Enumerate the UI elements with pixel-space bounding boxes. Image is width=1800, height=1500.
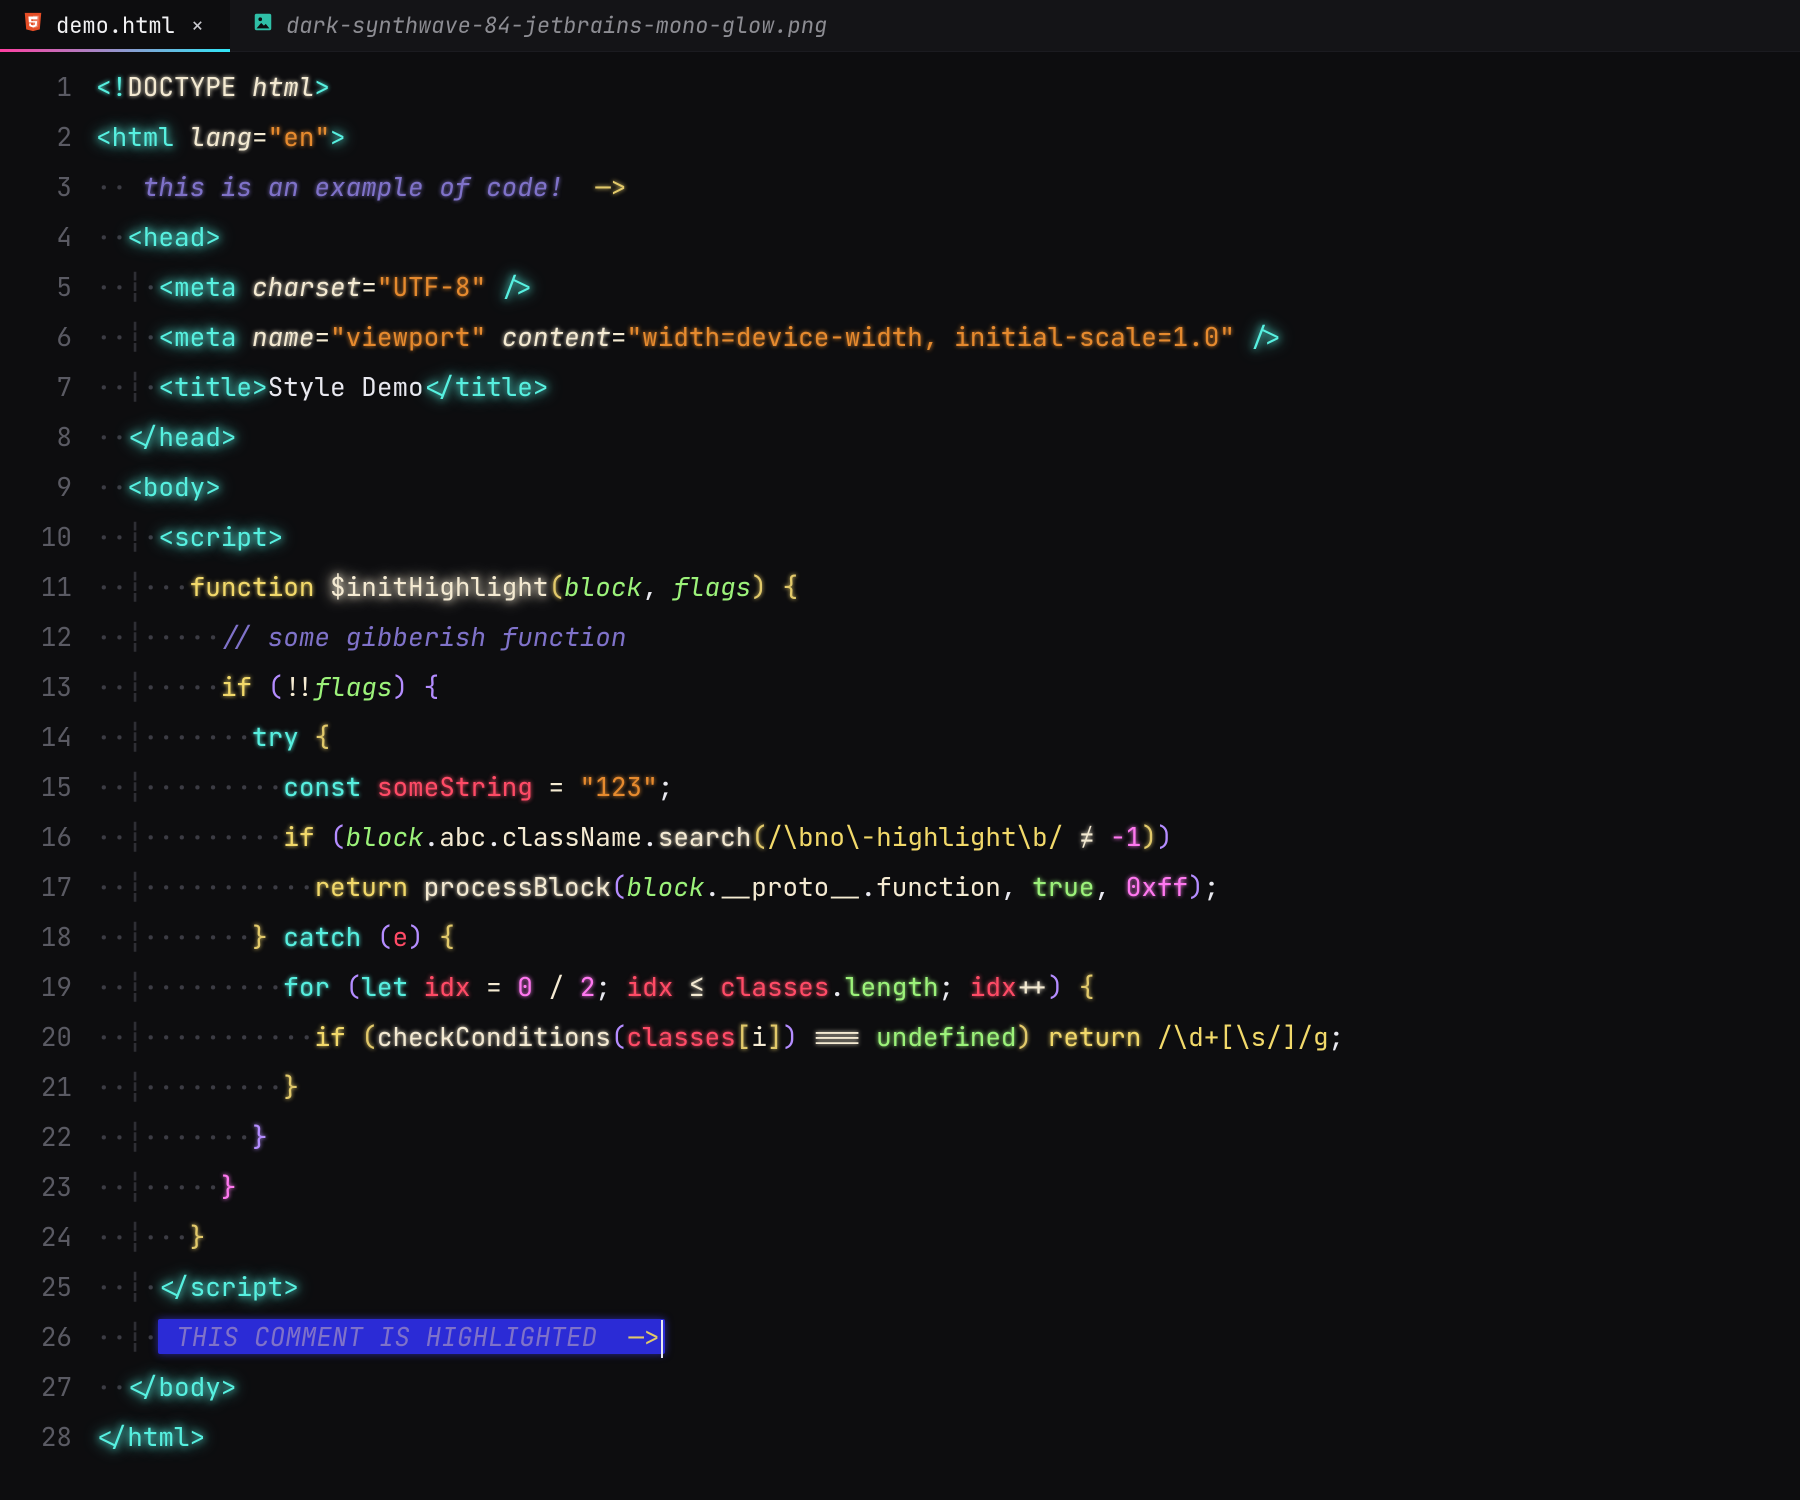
line-number: 9: [0, 462, 96, 512]
line-number: 4: [0, 212, 96, 262]
code-line[interactable]: ·· this is an example of code! —>: [96, 162, 1800, 212]
code-line[interactable]: ··┆·····// some gibberish function: [96, 612, 1800, 662]
code-line[interactable]: ··┆·<meta name="viewport" content="width…: [96, 312, 1800, 362]
code-line[interactable]: ··┆···········return processBlock(block.…: [96, 862, 1800, 912]
line-number: 14: [0, 712, 96, 762]
line-number: 24: [0, 1212, 96, 1262]
line-number: 12: [0, 612, 96, 662]
line-number: 26: [0, 1312, 96, 1362]
code-line[interactable]: ··┆·<meta charset="UTF-8" />: [96, 262, 1800, 312]
line-number: 8: [0, 412, 96, 462]
line-number: 18: [0, 912, 96, 962]
line-number: 23: [0, 1162, 96, 1212]
line-number: 22: [0, 1112, 96, 1162]
code-line[interactable]: ··┆· THIS COMMENT IS HIGHLIGHTED —>: [96, 1312, 1800, 1362]
code-line[interactable]: ··</body>: [96, 1362, 1800, 1412]
code-line[interactable]: <!DOCTYPE html>: [96, 62, 1800, 112]
code-line[interactable]: ··</head>: [96, 412, 1800, 462]
code-line[interactable]: ··┆···········if (checkConditions(classe…: [96, 1012, 1800, 1062]
code-line[interactable]: ··┆·········if (block.abc.className.sear…: [96, 812, 1800, 862]
line-number: 27: [0, 1362, 96, 1412]
tabbar: demo.html × dark-synthwave-84-jetbrains-…: [0, 0, 1800, 52]
code-line[interactable]: ··┆·····if (!!flags) {: [96, 662, 1800, 712]
code-line[interactable]: ··┆·<title>Style Demo</title>: [96, 362, 1800, 412]
line-number: 2: [0, 112, 96, 162]
line-number: 6: [0, 312, 96, 362]
line-number: 20: [0, 1012, 96, 1062]
code-line[interactable]: ··<head>: [96, 212, 1800, 262]
code-line[interactable]: ··┆·····}: [96, 1162, 1800, 1212]
tab-png[interactable]: dark-synthwave-84-jetbrains-mono-glow.pn…: [230, 0, 849, 51]
line-number: 21: [0, 1062, 96, 1112]
line-number: 10: [0, 512, 96, 562]
code-line[interactable]: ··┆·······}: [96, 1112, 1800, 1162]
line-number: 25: [0, 1262, 96, 1312]
line-number: 15: [0, 762, 96, 812]
code-line[interactable]: ··┆·······} catch (e) {: [96, 912, 1800, 962]
code-line[interactable]: ··┆·</script>: [96, 1262, 1800, 1312]
line-number-gutter: 1234567891011121314151617181920212223242…: [0, 52, 96, 1500]
line-number: 3: [0, 162, 96, 212]
code-line[interactable]: ··┆···}: [96, 1212, 1800, 1262]
line-number: 17: [0, 862, 96, 912]
image-file-icon: [252, 11, 274, 40]
code-line[interactable]: ··┆···function $initHighlight(block, fla…: [96, 562, 1800, 612]
editor: 1234567891011121314151617181920212223242…: [0, 52, 1800, 1500]
code-line[interactable]: ··<body>: [96, 462, 1800, 512]
line-number: 28: [0, 1412, 96, 1462]
line-number: 11: [0, 562, 96, 612]
line-number: 13: [0, 662, 96, 712]
tab-label: demo.html: [56, 11, 175, 40]
code-line[interactable]: ··┆·········}: [96, 1062, 1800, 1112]
html5-icon: [22, 11, 44, 40]
line-number: 19: [0, 962, 96, 1012]
code-line[interactable]: <html lang="en">: [96, 112, 1800, 162]
code-line[interactable]: ··┆·······try {: [96, 712, 1800, 762]
vertical-scrollbar[interactable]: [1784, 52, 1800, 1500]
tab-demo-html[interactable]: demo.html ×: [0, 0, 230, 51]
line-number: 5: [0, 262, 96, 312]
code-area[interactable]: <!DOCTYPE html><html lang="en">·· this i…: [96, 52, 1800, 1500]
code-line[interactable]: ··┆·········const someString = "123";: [96, 762, 1800, 812]
code-line[interactable]: ··┆·<script>: [96, 512, 1800, 562]
code-line[interactable]: </html>: [96, 1412, 1800, 1462]
line-number: 16: [0, 812, 96, 862]
tab-label: dark-synthwave-84-jetbrains-mono-glow.pn…: [286, 11, 827, 40]
line-number: 1: [0, 62, 96, 112]
code-line[interactable]: ··┆·········for (let idx = 0 / 2; idx ≤ …: [96, 962, 1800, 1012]
close-icon[interactable]: ×: [187, 15, 208, 37]
line-number: 7: [0, 362, 96, 412]
